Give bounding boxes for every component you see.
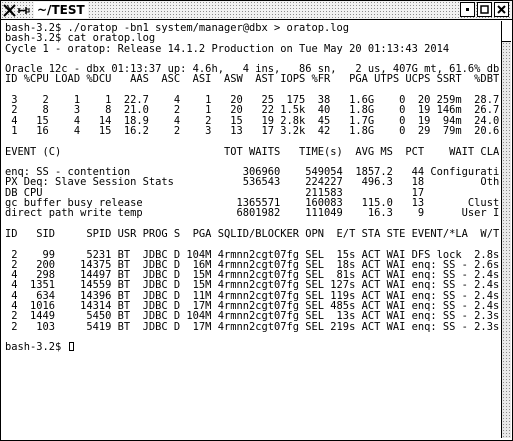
title-bar[interactable]: ~/TEST — [1, 1, 512, 20]
terminal-line: 1 16 4 15 16.2 2 3 13 17 3.2k 42 1.8G 0 … — [5, 125, 500, 137]
terminal-line: 2 103 5419 BT JDBC D 17M 4rmnn2cgt07fg S… — [5, 321, 500, 332]
terminal-line: enq: SS - contention 306960 549054 1857.… — [5, 167, 500, 178]
scrollbar-thumb[interactable] — [502, 41, 511, 438]
terminal-line: 4 1351 14559 BT JDBC D 15M 4rmnn2cgt07fg… — [5, 280, 500, 291]
window-controls — [460, 2, 509, 17]
terminal-line: DB CPU 211583 17 — [5, 187, 425, 199]
terminal-output[interactable]: bash-3.2$ ./oratop -bn1 system/manager@d… — [2, 21, 500, 438]
terminal-line: ID SID SPID USR PROG S PGA SQLID/BLOCKER… — [5, 228, 500, 240]
minimize-button[interactable] — [460, 2, 475, 17]
terminal-line: 3 2 1 1 22.7 4 1 20 25 175 38 1.6G 0 20 … — [5, 95, 500, 106]
terminal-line: 4 15 4 14 18.9 4 2 15 19 2.8k 45 1.7G 0 … — [5, 115, 500, 126]
terminal-line: bash-3.2$ cat oratop.log — [5, 33, 156, 44]
minimize-icon — [466, 8, 469, 11]
terminal-line: EVENT (C) TOT WAITS TIME(s) AVG_MS PCT W… — [5, 146, 500, 157]
terminal-line: ID %CPU LOAD %DCU AAS ASC ASI ASW AST IO… — [5, 74, 500, 85]
window-title: ~/TEST — [34, 2, 88, 18]
text-cursor — [68, 342, 74, 352]
terminal-line: 2 8 3 8 21.0 2 1 20 22 1.5k 40 1.8G 0 19… — [5, 105, 500, 116]
terminal-line: 4 1016 14314 BT JDBC D 17M 4rmnn2cgt07fg… — [5, 301, 500, 312]
terminal-line: PX Deq: Slave Session Stats 536543 22422… — [5, 177, 500, 188]
terminal-line: 2 99 5231 BT JDBC D 104M 4rmnn2cgt07fg S… — [5, 249, 500, 260]
terminal-line: direct path write temp 6801982 111049 16… — [5, 208, 500, 219]
terminal-line: 4 634 14396 BT JDBC D 11M 4rmnn2cgt07fg … — [5, 290, 500, 302]
terminal-line: 2 1449 5450 BT JDBC D 104M 4rmnn2cgt07fg… — [5, 311, 500, 322]
maximize-button[interactable] — [477, 2, 492, 17]
shell-prompt: bash-3.2$ — [5, 342, 62, 353]
x-logo-icon[interactable] — [3, 3, 16, 17]
close-icon — [497, 5, 506, 14]
terminal-line: bash-3.2$ ./oratop -bn1 system/manager@d… — [5, 23, 350, 34]
scrollbar[interactable] — [501, 21, 511, 438]
terminal-line: gc buffer busy release 1365571 160083 11… — [5, 198, 500, 209]
terminal-line: 2 200 14375 BT JDBC D 16M 4rmnn2cgt07fg … — [5, 259, 500, 271]
terminal-line: Cycle 1 - oratop: Release 14.1.2 Product… — [5, 43, 450, 54]
terminal-window: ~/TEST bash-3.2$ ./oratop -bn1 system/ma… — [0, 0, 513, 441]
prompt-line[interactable]: bash-3.2$ — [2, 342, 500, 352]
terminal-line: Oracle 12c - dbx 01:13:37 up: 4.6h, 4 in… — [5, 64, 500, 75]
pin-icon[interactable] — [17, 4, 30, 17]
title-bar-icons — [3, 2, 30, 18]
close-button[interactable] — [494, 2, 509, 17]
maximize-icon — [480, 5, 489, 14]
terminal-line: 4 298 14497 BT JDBC D 15M 4rmnn2cgt07fg … — [5, 270, 500, 281]
